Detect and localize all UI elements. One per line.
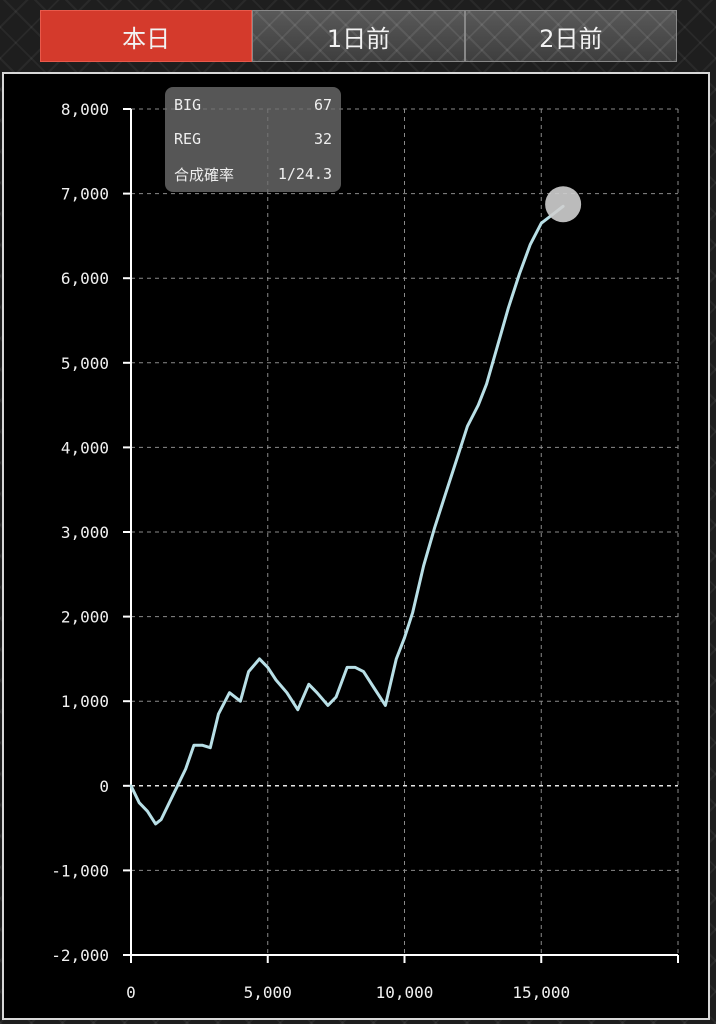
slump-graph: 8,000 7,000 6,000 5,000 4,000 3,000 2,000 1,000… <box>51 100 679 1002</box>
big-row: BIG 67 <box>174 93 332 117</box>
y-tick-label: -1,000 <box>51 861 109 880</box>
y-tick-label: 6,000 <box>61 269 109 288</box>
big-label: BIG <box>174 96 202 114</box>
probability-label: 合成確率 <box>174 165 235 184</box>
probability-value: 1/24.3 <box>277 165 332 183</box>
y-tick-label: 7,000 <box>61 185 109 204</box>
reg-row: REG 32 <box>174 127 332 151</box>
reg-count: 32 <box>313 130 332 148</box>
y-tick-label: 3,000 <box>61 523 109 542</box>
y-tick-label: 2,000 <box>61 608 109 627</box>
y-tick-label: 1,000 <box>61 692 109 711</box>
y-tick-label: 5,000 <box>61 354 109 373</box>
series-line <box>129 204 565 826</box>
y-tick-label: 0 <box>99 777 109 796</box>
x-tick-label: 0 <box>126 983 136 1002</box>
x-tick-label: 5,000 <box>244 983 292 1002</box>
y-tick-label: 4,000 <box>61 438 109 457</box>
end-point-marker <box>545 186 582 223</box>
x-tick-label: 10,000 <box>376 983 434 1002</box>
reg-label: REG <box>174 130 202 148</box>
probability-row: 合成確率 1/24.3 <box>174 162 332 186</box>
x-tick-label: 15,000 <box>512 983 570 1002</box>
big-count: 67 <box>313 96 332 114</box>
stats-tooltip: BIG 67 REG 32 合成確率 1/24.3 <box>165 87 341 192</box>
y-tick-label: -2,000 <box>51 946 109 965</box>
y-tick-label: 8,000 <box>61 100 109 119</box>
